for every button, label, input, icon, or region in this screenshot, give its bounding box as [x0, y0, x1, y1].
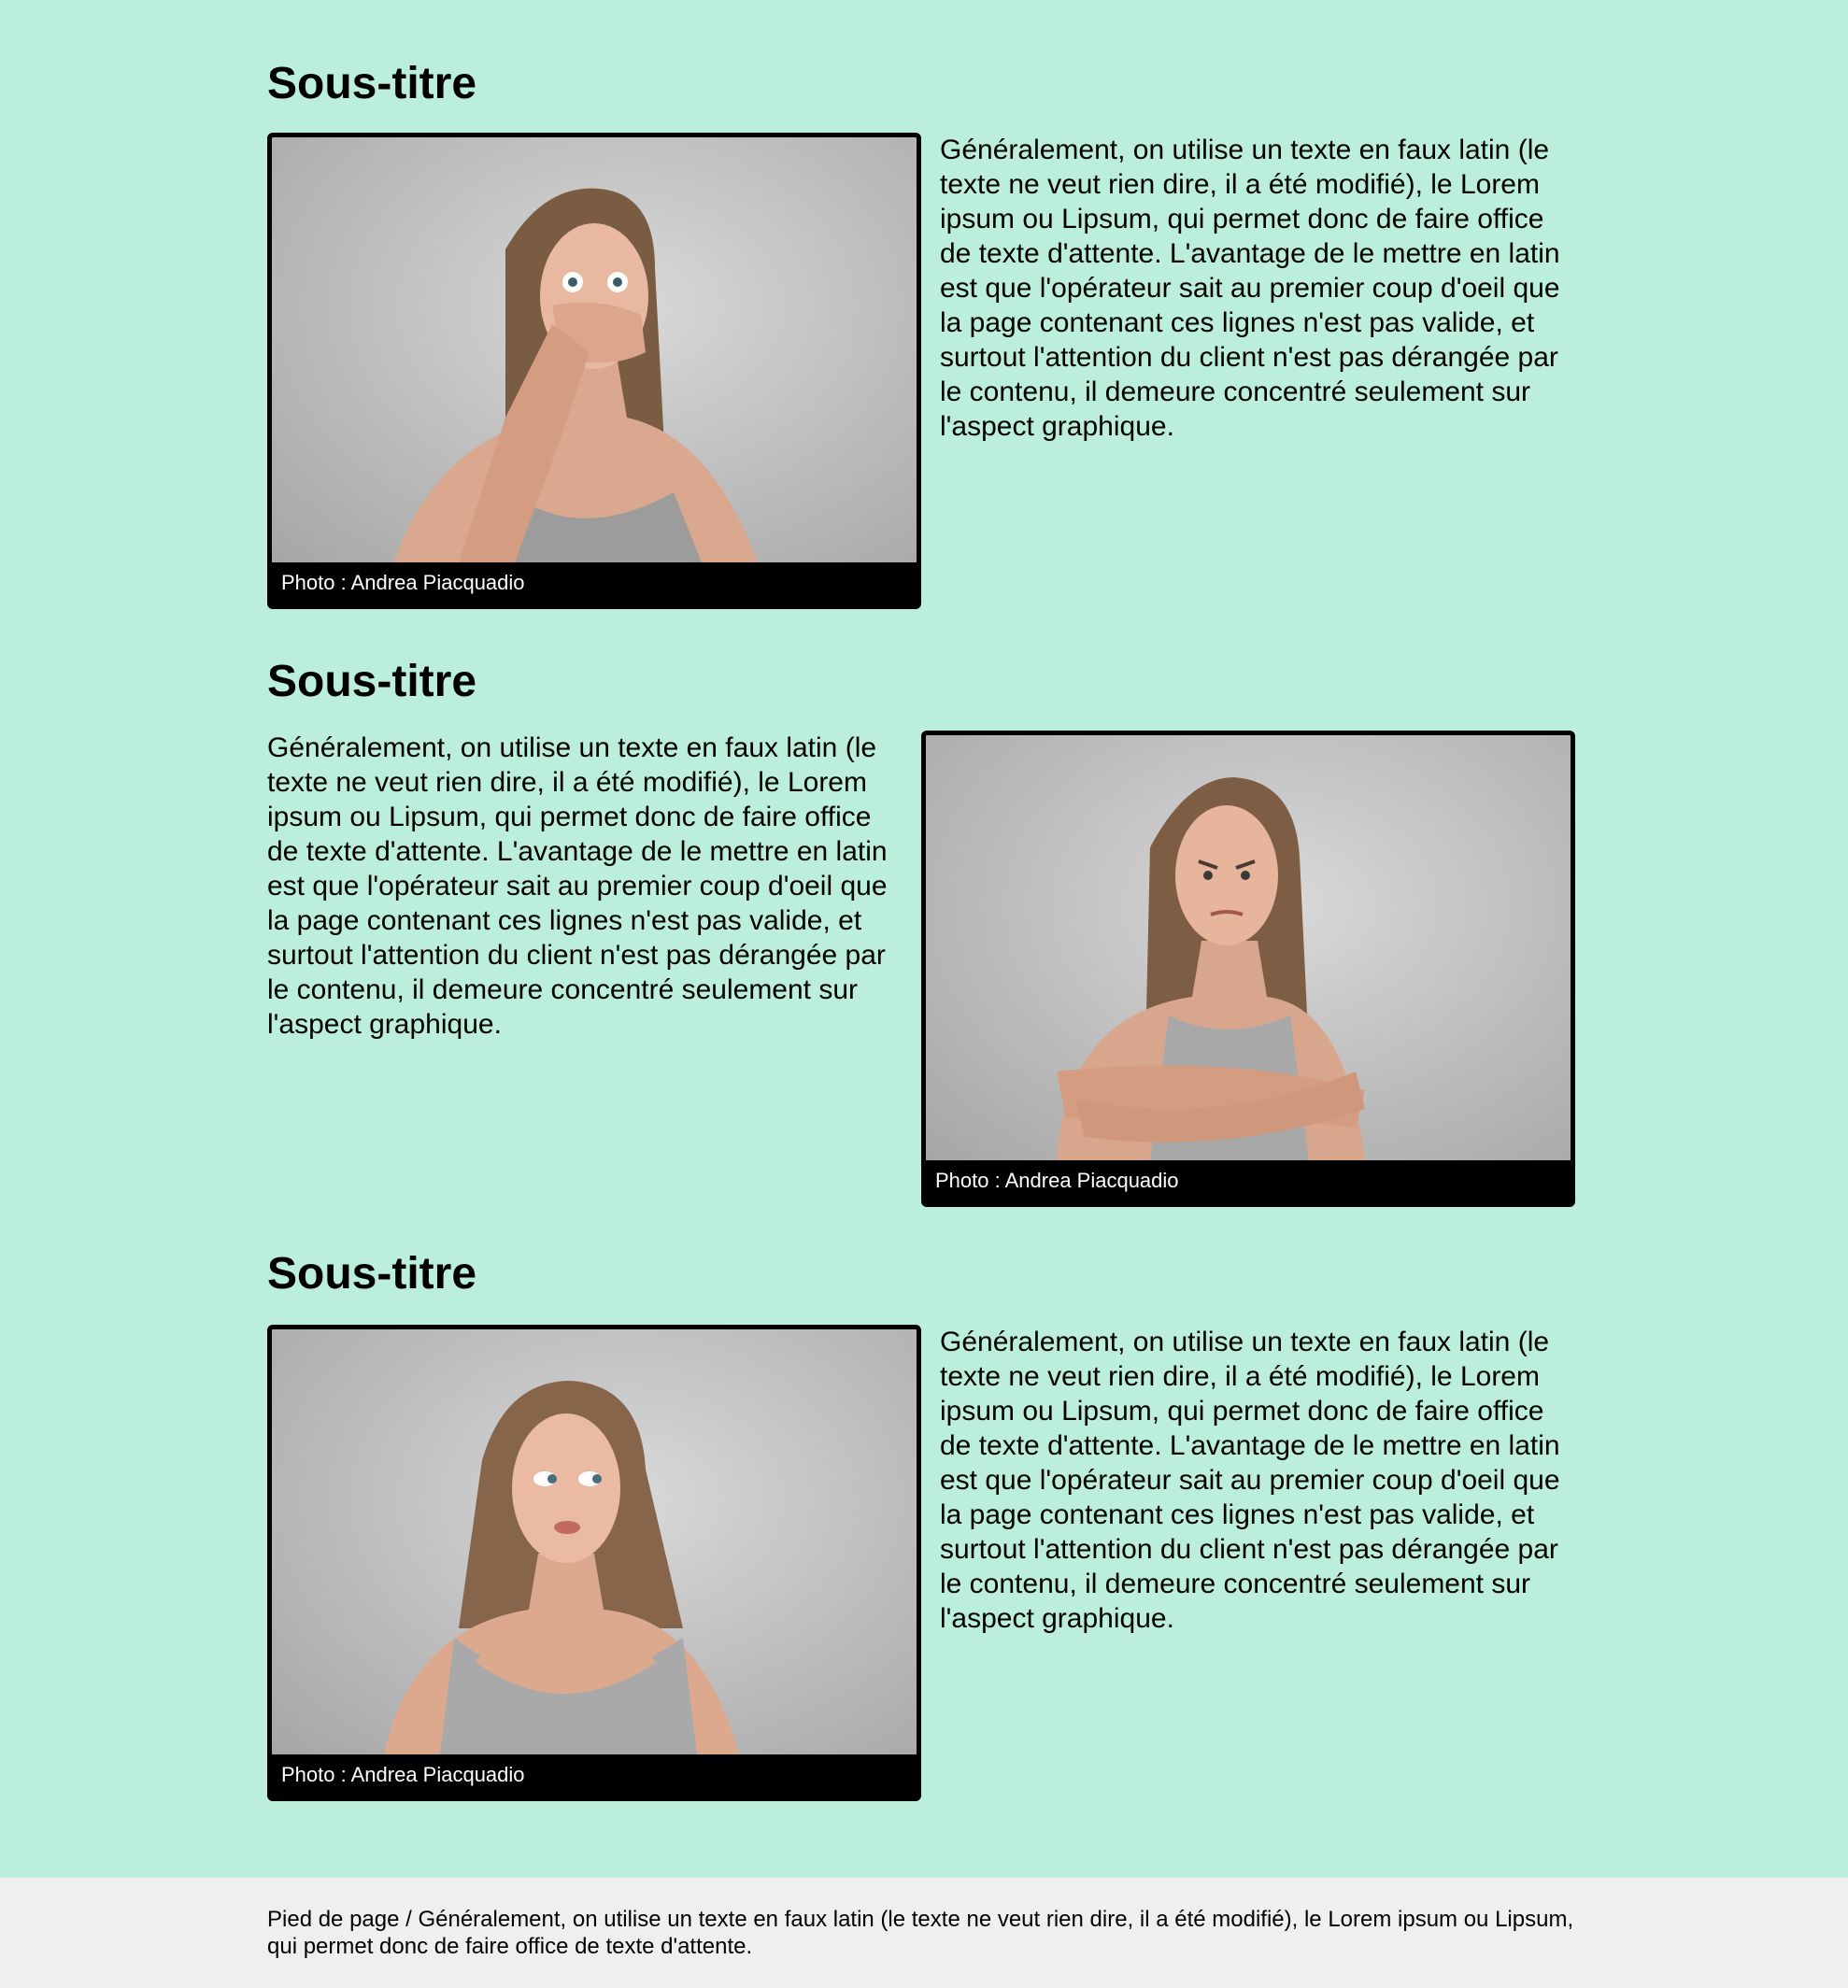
photo-woman-looking-sideways — [272, 1329, 917, 1754]
photo-caption: Photo : Andrea Piacquadio — [281, 571, 525, 594]
photo-figure: Photo : Andrea Piacquadio — [267, 1325, 921, 1801]
section-paragraph: Généralement, on utilise un texte en fau… — [940, 1327, 1560, 1634]
footer-text: Pied de page / Généralement, on utilise … — [267, 1907, 1574, 1959]
photo-figure: Photo : Andrea Piacquadio — [267, 133, 921, 609]
photo-caption: Photo : Andrea Piacquadio — [281, 1763, 525, 1786]
content-section-1: Sous-titre Photo: Andrea Piacquadio Gén… — [267, 58, 1575, 609]
photo-figure: Photo : Andrea Piacquadio — [921, 731, 1575, 1207]
section-paragraph: Généralement, on utilise un texte en fau… — [267, 732, 888, 1040]
section-paragraph: Généralement, on utilise un texte en fau… — [940, 135, 1560, 442]
photo-woman-covering-mouth — [272, 137, 917, 562]
section-heading: Sous-titre — [267, 1249, 477, 1299]
section-heading: Sous-titre — [267, 59, 477, 108]
content-section-2: Sous-titre Généralement, on utilise un t… — [267, 656, 1575, 1207]
page-footer: Pied de page / Généralement, on utilise … — [0, 1878, 1848, 1988]
photo-caption: Photo : Andrea Piacquadio — [935, 1169, 1179, 1192]
photo-illustration — [393, 188, 758, 562]
photo-illustration — [1057, 777, 1365, 1160]
photo-illustration — [384, 1381, 739, 1754]
content-section-3: Sous-titre Photo: Andrea Piacquadio Gén… — [267, 1248, 1575, 1801]
photo-woman-arms-crossed — [926, 735, 1571, 1160]
section-heading: Sous-titre — [267, 657, 477, 706]
